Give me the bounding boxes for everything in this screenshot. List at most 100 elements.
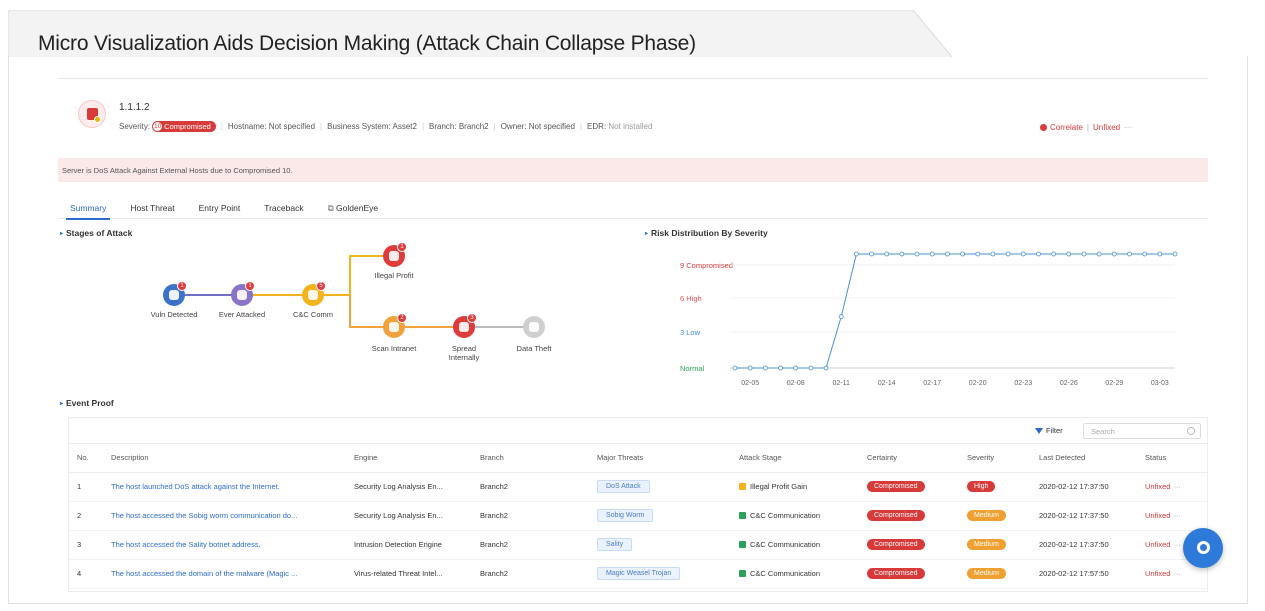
cell-engine: Security Log Analysis En... bbox=[346, 472, 472, 502]
stage-label-spread-internally: Spread Internally bbox=[448, 344, 480, 363]
cell-severity: Medium bbox=[959, 501, 1031, 531]
severity-badge: 10 Compromised bbox=[152, 121, 216, 132]
col-major-threats[interactable]: Major Threats bbox=[589, 444, 731, 473]
risk-point[interactable] bbox=[1005, 251, 1011, 257]
stage-node-data-theft[interactable] bbox=[523, 316, 545, 338]
risk-point[interactable] bbox=[990, 251, 996, 257]
risk-point[interactable] bbox=[869, 251, 874, 257]
risk-point[interactable] bbox=[732, 365, 738, 371]
cell-status[interactable]: Unfixed ··· bbox=[1137, 472, 1207, 502]
risk-point[interactable] bbox=[1066, 251, 1072, 257]
more-icon[interactable]: ··· bbox=[1173, 569, 1181, 578]
col-attack-stage[interactable]: Attack Stage bbox=[731, 444, 859, 473]
scan-intranet-icon bbox=[389, 322, 399, 332]
risk-point[interactable] bbox=[884, 251, 890, 257]
col-last-detected[interactable]: Last Detected bbox=[1031, 444, 1137, 473]
col-description[interactable]: Description bbox=[103, 444, 346, 473]
table-row[interactable]: 3 The host accessed the Sality botnet add… bbox=[69, 530, 1207, 560]
risk-point[interactable] bbox=[808, 365, 814, 371]
col-no[interactable]: No. bbox=[69, 444, 103, 473]
risk-point[interactable] bbox=[1036, 251, 1041, 257]
floating-assistant-button[interactable] bbox=[1183, 528, 1223, 568]
more-icon[interactable]: ··· bbox=[1173, 540, 1181, 549]
certainty-pill: Compromised bbox=[867, 568, 925, 579]
x-tick-label: 02-26 bbox=[1060, 380, 1078, 387]
cell-description[interactable]: The host accessed the Sobig worm communi… bbox=[103, 501, 346, 531]
status-dropdown[interactable]: Unfixed ··· bbox=[1145, 569, 1181, 578]
cell-branch: Branch2 bbox=[472, 530, 589, 560]
tab-entry-point[interactable]: Entry Point bbox=[187, 203, 253, 219]
risk-point[interactable] bbox=[853, 251, 859, 257]
cell-certainty: Compromised bbox=[859, 559, 959, 589]
risk-point[interactable] bbox=[929, 251, 935, 257]
threat-tag[interactable]: Sality bbox=[597, 538, 633, 551]
risk-point[interactable] bbox=[747, 365, 753, 371]
correlate-area: Correlate | Unfixed ··· bbox=[1040, 123, 1136, 132]
risk-point[interactable] bbox=[899, 251, 905, 257]
risk-point[interactable] bbox=[1081, 251, 1087, 257]
risk-point[interactable] bbox=[793, 365, 799, 371]
col-branch[interactable]: Branch bbox=[472, 444, 589, 473]
stage-label-ever-attacked: Ever Attacked bbox=[218, 310, 266, 319]
x-tick-label: 02-05 bbox=[741, 380, 759, 387]
risk-point[interactable] bbox=[1096, 251, 1102, 257]
threat-tag[interactable]: Sobig Worm bbox=[597, 509, 654, 522]
risk-point[interactable] bbox=[975, 251, 981, 257]
table-row[interactable]: 2 The host accessed the Sobig worm commun… bbox=[69, 501, 1207, 531]
risk-point[interactable] bbox=[838, 314, 844, 320]
tab-goldeneye[interactable]: ⧉ GoldenEye bbox=[316, 203, 391, 219]
cell-branch: Branch2 bbox=[472, 472, 589, 502]
cell-description[interactable]: The host launched DoS attack against the… bbox=[103, 472, 346, 502]
tab-summary[interactable]: Summary bbox=[58, 203, 118, 220]
risk-point[interactable] bbox=[945, 251, 950, 257]
search-input[interactable]: Search bbox=[1083, 423, 1201, 439]
tab-host-threat[interactable]: Host Threat bbox=[118, 203, 186, 219]
x-tick-label: 02-20 bbox=[969, 380, 987, 387]
status-dropdown[interactable]: Unfixed ··· bbox=[1145, 540, 1181, 549]
vuln-detected-icon bbox=[169, 290, 179, 300]
cell-status[interactable]: Unfixed ··· bbox=[1137, 501, 1207, 531]
risk-point[interactable] bbox=[778, 365, 783, 371]
risk-point[interactable] bbox=[960, 251, 965, 257]
more-icon[interactable]: ··· bbox=[1173, 482, 1181, 491]
risk-point[interactable] bbox=[1051, 251, 1057, 257]
col-engine[interactable]: Engine bbox=[346, 444, 472, 473]
cell-description[interactable]: The host accessed the domain of the malw… bbox=[103, 559, 346, 589]
risk-point[interactable] bbox=[1157, 251, 1163, 257]
tab-traceback[interactable]: Traceback bbox=[252, 203, 315, 219]
asset-ip: 1.1.1.2 bbox=[119, 102, 150, 113]
risk-point[interactable] bbox=[1111, 251, 1117, 257]
severity-pill: High bbox=[967, 481, 996, 492]
more-icon[interactable]: ··· bbox=[1173, 511, 1181, 520]
table-toolbar: Filter Search bbox=[69, 418, 1207, 444]
correlate-button[interactable]: Correlate bbox=[1050, 123, 1083, 132]
risk-point[interactable] bbox=[762, 365, 768, 371]
branch: Branch: Branch2 bbox=[429, 122, 489, 131]
cell-attack-stage: C&C Communication bbox=[731, 501, 859, 531]
col-severity[interactable]: Severity bbox=[959, 444, 1031, 473]
status-dropdown[interactable]: Unfixed ··· bbox=[1145, 511, 1181, 520]
risk-point[interactable] bbox=[1142, 251, 1148, 257]
table-row[interactable]: 4 The host accessed the domain of the mal… bbox=[69, 559, 1207, 589]
more-icon[interactable]: ··· bbox=[1124, 123, 1132, 132]
table-row[interactable]: 1 The host launched DoS attack against th… bbox=[69, 472, 1207, 502]
threat-tag[interactable]: DoS Attack bbox=[597, 480, 650, 493]
risk-point[interactable] bbox=[914, 251, 920, 257]
col-certainty[interactable]: Certainty bbox=[859, 444, 959, 473]
filter-button[interactable]: Filter bbox=[1035, 426, 1063, 435]
status-dropdown[interactable]: Unfixed ··· bbox=[1145, 482, 1181, 491]
cell-certainty: Compromised bbox=[859, 501, 959, 531]
risk-point[interactable] bbox=[1172, 251, 1178, 257]
risk-point[interactable] bbox=[1127, 251, 1132, 257]
stage-badge-vuln-detected: 1 bbox=[177, 281, 187, 291]
search-placeholder: Search bbox=[1091, 427, 1115, 436]
threat-tag[interactable]: Magic Weasel Trojan bbox=[597, 567, 681, 580]
cell-no: 1 bbox=[69, 472, 103, 502]
status-dropdown[interactable]: Unfixed bbox=[1093, 123, 1120, 132]
table-header-row: No. Description Engine Branch Major Thre… bbox=[69, 444, 1207, 473]
cell-description[interactable]: The host accessed the Sality botnet addr… bbox=[103, 530, 346, 560]
server-alert-icon bbox=[78, 100, 106, 128]
illegal-profit-icon bbox=[389, 251, 399, 261]
risk-point[interactable] bbox=[823, 365, 829, 371]
risk-point[interactable] bbox=[1020, 251, 1026, 257]
